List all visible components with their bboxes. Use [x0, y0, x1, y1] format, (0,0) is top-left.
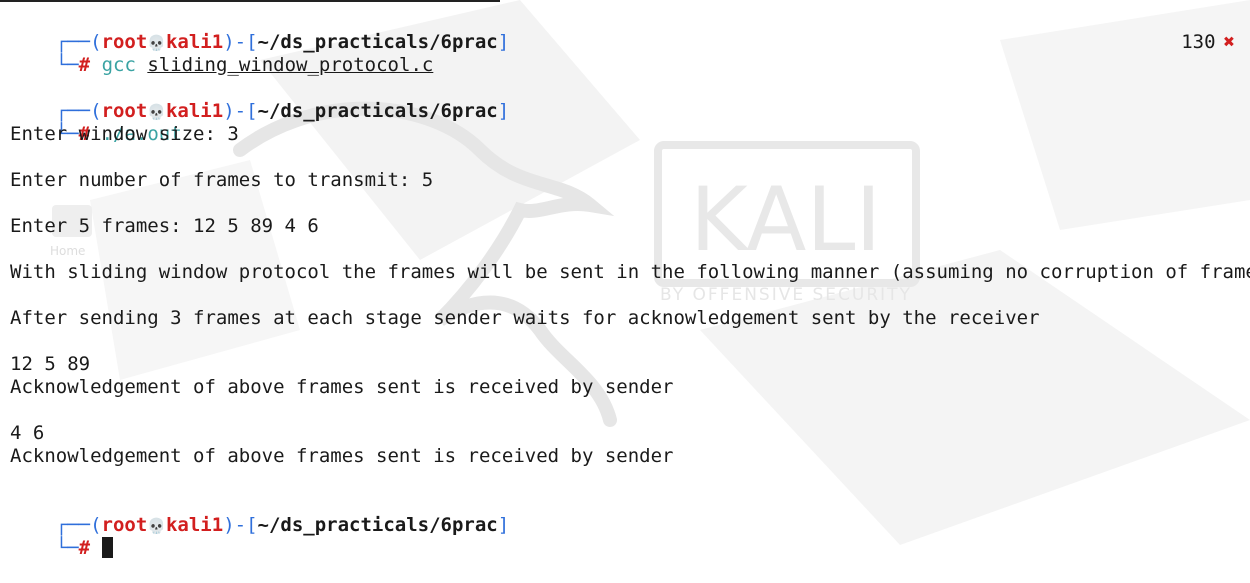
command-line: └─# ./a.out — [10, 100, 1245, 145]
output-line: With sliding window protocol the frames … — [10, 261, 1250, 283]
top-bar — [0, 0, 1250, 4]
prompt-line: ┌──(root💀kali1)-[~/ds_practicals/6prac] — [10, 77, 1245, 122]
command-line: └─# gcc sliding_window_protocol.c 130 ✖ — [10, 31, 1245, 76]
prompt-frame: └─ — [55, 54, 79, 76]
prompt-frame: └─ — [55, 537, 79, 559]
prompt-hash: # — [78, 54, 91, 76]
text-cursor[interactable] — [101, 537, 113, 558]
terminal-output[interactable]: ┌──(root💀kali1)-[~/ds_practicals/6prac] … — [10, 8, 1250, 559]
output-line: Acknowledgement of above frames sent is … — [10, 376, 674, 398]
command-name: gcc — [101, 54, 136, 76]
exit-code: 130 — [1181, 31, 1216, 53]
prompt-line: ┌──(root💀kali1)-[~/ds_practicals/6prac] — [10, 491, 1245, 536]
output-line: 12 5 89 — [10, 353, 91, 375]
output-line: Acknowledgement of above frames sent is … — [10, 445, 674, 467]
output-line: Enter window size: 3 — [10, 123, 239, 145]
exit-status: 130 ✖ — [1181, 31, 1235, 54]
output-line: Enter 5 frames: 12 5 89 4 6 — [10, 215, 319, 237]
prompt-line: ┌──(root💀kali1)-[~/ds_practicals/6prac] — [10, 8, 1245, 53]
error-x-icon: ✖ — [1223, 31, 1235, 53]
output-line: Enter number of frames to transmit: 5 — [10, 169, 434, 191]
output-line: 4 6 — [10, 422, 45, 444]
command-argument[interactable]: sliding_window_protocol.c — [147, 54, 433, 76]
command-line: └─# — [10, 514, 1245, 559]
output-line: After sending 3 frames at each stage sen… — [10, 307, 1040, 329]
prompt-hash: # — [78, 537, 91, 559]
